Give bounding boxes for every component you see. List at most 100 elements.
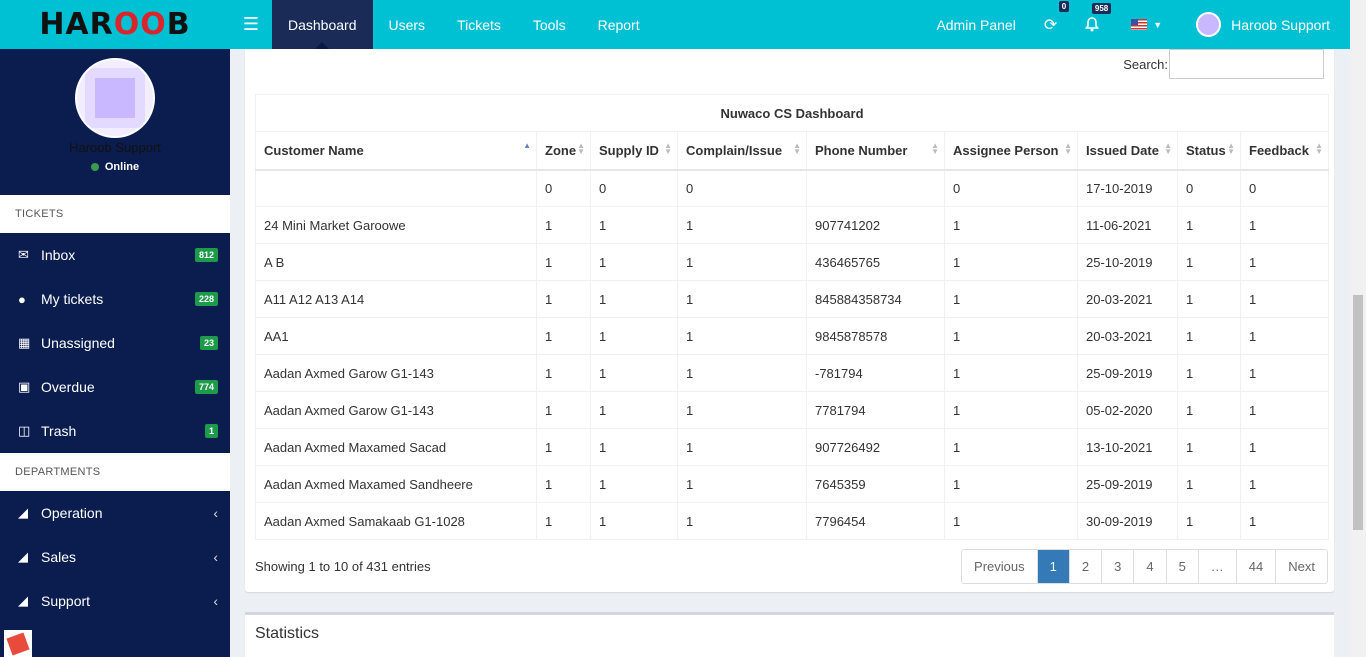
table-cell: 1 (536, 465, 591, 503)
table-cell (255, 169, 537, 207)
sidebar-item-support[interactable]: ◢ Support ‹ (0, 579, 230, 623)
table-cell: 17-10-2019 (1077, 169, 1178, 207)
table-cell: 1 (944, 391, 1078, 429)
search-input[interactable] (1169, 49, 1324, 79)
table-cell: 1 (590, 391, 678, 429)
admin-panel-link[interactable]: Admin Panel (936, 17, 1015, 33)
table-cell: 1 (944, 465, 1078, 503)
table-cell: 0 (1240, 169, 1329, 207)
page-button[interactable]: … (1197, 550, 1236, 583)
tickets-header: TICKETS (0, 195, 230, 233)
page-button[interactable]: 44 (1235, 550, 1276, 583)
sort-icon: ▲ ▼ (577, 141, 585, 156)
column-header[interactable]: Customer Name ▲ (255, 131, 537, 171)
page-scrollbar[interactable] (1350, 0, 1366, 657)
envelope-icon: ✉ (18, 247, 29, 262)
column-header[interactable]: Issued Date ▲ ▼ (1077, 131, 1178, 171)
table-cell: 1 (590, 428, 678, 466)
nav-report[interactable]: Report (582, 0, 656, 49)
column-header[interactable]: Complain/Issue ▲ ▼ (677, 131, 807, 171)
user-menu-name: Haroob Support (1231, 16, 1330, 33)
table-row[interactable]: Aadan Axmed Samakaab G1-1028 1 1 1 7796454 1 3… (255, 502, 1329, 540)
table-cell: 1 (1240, 317, 1329, 355)
sync-button[interactable]: ⟳ 0 (1044, 0, 1070, 35)
departments-header: DEPARTMENTS (0, 453, 230, 491)
app-launcher-icon[interactable] (4, 630, 32, 657)
table-cell: 436465765 (806, 243, 945, 281)
brand-logo[interactable]: HAROOB (0, 0, 230, 49)
sidebar-item-trash[interactable]: ◫ Trash 1 (0, 409, 230, 453)
table-cell: 1 (1240, 206, 1329, 244)
table-cell: 1 (1177, 317, 1241, 355)
table-cell: 1 (536, 502, 591, 540)
language-dropdown[interactable]: ▼ (1131, 19, 1162, 30)
table-cell: 1 (536, 317, 591, 355)
table-row[interactable]: A11 A12 A13 A14 1 1 1 845884358734 1 20-03-202… (255, 280, 1329, 318)
notifications-button[interactable]: 958 (1085, 3, 1112, 32)
table-cell: 1 (590, 354, 678, 392)
next-page-button[interactable]: Next (1275, 550, 1327, 583)
tickets-table-box: Search: Nuwaco CS Dashboard Customer Nam… (245, 49, 1334, 592)
column-header[interactable]: Status ▲ ▼ (1177, 131, 1241, 171)
sort-icon: ▲ ▼ (1064, 141, 1072, 156)
table-cell: 1 (677, 317, 807, 355)
column-header[interactable]: Supply ID ▲ ▼ (590, 131, 678, 171)
nav-tickets[interactable]: Tickets (441, 0, 517, 49)
table-cell: 1 (1240, 243, 1329, 281)
column-header[interactable]: Phone Number ▲ ▼ (806, 131, 945, 171)
bell-icon (1085, 17, 1100, 32)
table-cell: 05-02-2020 (1077, 391, 1178, 429)
table-row[interactable]: Aadan Axmed Garow G1-143 1 1 1 -781794 1 25-09… (255, 354, 1329, 392)
column-header[interactable]: Assignee Person ▲ ▼ (944, 131, 1078, 171)
table-cell: 1 (944, 502, 1078, 540)
user-menu[interactable]: Haroob Support (1196, 12, 1330, 37)
page-button[interactable]: 4 (1133, 550, 1166, 583)
column-header[interactable]: Feedback ▲ ▼ (1240, 131, 1329, 171)
page-button[interactable]: 5 (1165, 550, 1198, 583)
caret-down-icon: ▼ (1153, 19, 1163, 30)
sidebar-item-inbox[interactable]: ✉ Inbox 812 (0, 233, 230, 277)
table-row[interactable]: Aadan Axmed Garow G1-143 1 1 1 7781794 1 05-02… (255, 391, 1329, 429)
column-header[interactable]: Zone ▲ ▼ (536, 131, 591, 171)
table-row[interactable]: 24 Mini Market Garoowe 1 1 1 907741202 1 11-06… (255, 206, 1329, 244)
hamburger-menu-icon[interactable]: ☰ (230, 0, 272, 49)
user-icon: ● (18, 291, 26, 307)
table-row[interactable]: 0 0 0 0 17-10-2019 0 0 (255, 169, 1329, 207)
table-cell: 1 (590, 317, 678, 355)
table-cell: 1 (536, 354, 591, 392)
statistics-box: Statistics (245, 612, 1334, 657)
nav-dashboard[interactable]: Dashboard (272, 0, 373, 49)
sidebar-item-operation[interactable]: ◢ Operation ‹ (0, 491, 230, 535)
table-cell: 1 (590, 243, 678, 281)
table-cell: 0 (1177, 169, 1241, 207)
table-row[interactable]: A B 1 1 1 436465765 1 25-10-2019 1 1 (255, 243, 1329, 281)
sidebar-item-sales[interactable]: ◢ Sales ‹ (0, 535, 230, 579)
table-cell: A B (255, 243, 537, 281)
nav-users[interactable]: Users (373, 0, 442, 49)
nav-tools[interactable]: Tools (517, 0, 582, 49)
table-cell: 1 (1177, 354, 1241, 392)
chevron-left-icon: ‹ (213, 505, 218, 521)
sidebar-item-unassigned[interactable]: ▦ Unassigned 23 (0, 321, 230, 365)
table-row[interactable]: AA1 1 1 1 9845878578 1 20-03-2021 1 1 (255, 317, 1329, 355)
sidebar-item-my-tickets[interactable]: ● My tickets 228 (0, 277, 230, 321)
table-cell: 1 (944, 354, 1078, 392)
page-button[interactable]: 1 (1036, 550, 1069, 583)
scrollbar-thumb[interactable] (1353, 295, 1363, 530)
page-button[interactable]: 2 (1068, 550, 1102, 583)
table-cell: 25-09-2019 (1077, 465, 1178, 503)
folder-open-icon: ◢ (18, 593, 28, 608)
top-navbar: HAROOB ☰ Dashboard Users Tickets Tools R… (0, 0, 1350, 49)
table-row[interactable]: Aadan Axmed Maxamed Sacad 1 1 1 907726492 1 13… (255, 428, 1329, 466)
page-button[interactable]: 3 (1101, 550, 1134, 583)
table-row[interactable]: Aadan Axmed Maxamed Sandheere 1 1 1 7645359 1… (255, 465, 1329, 503)
table-cell: 1 (944, 317, 1078, 355)
inbox-count: 812 (194, 248, 218, 262)
status-badge: Online (90, 161, 139, 173)
table-search: Search: (1123, 49, 1324, 79)
table-cell: 1 (1240, 354, 1329, 392)
table-cell: 1 (536, 280, 591, 318)
sidebar-item-overdue[interactable]: ▣ Overdue 774 (0, 365, 230, 409)
previous-page-button[interactable]: Previous (962, 550, 1037, 583)
table-cell: 845884358734 (806, 280, 945, 318)
